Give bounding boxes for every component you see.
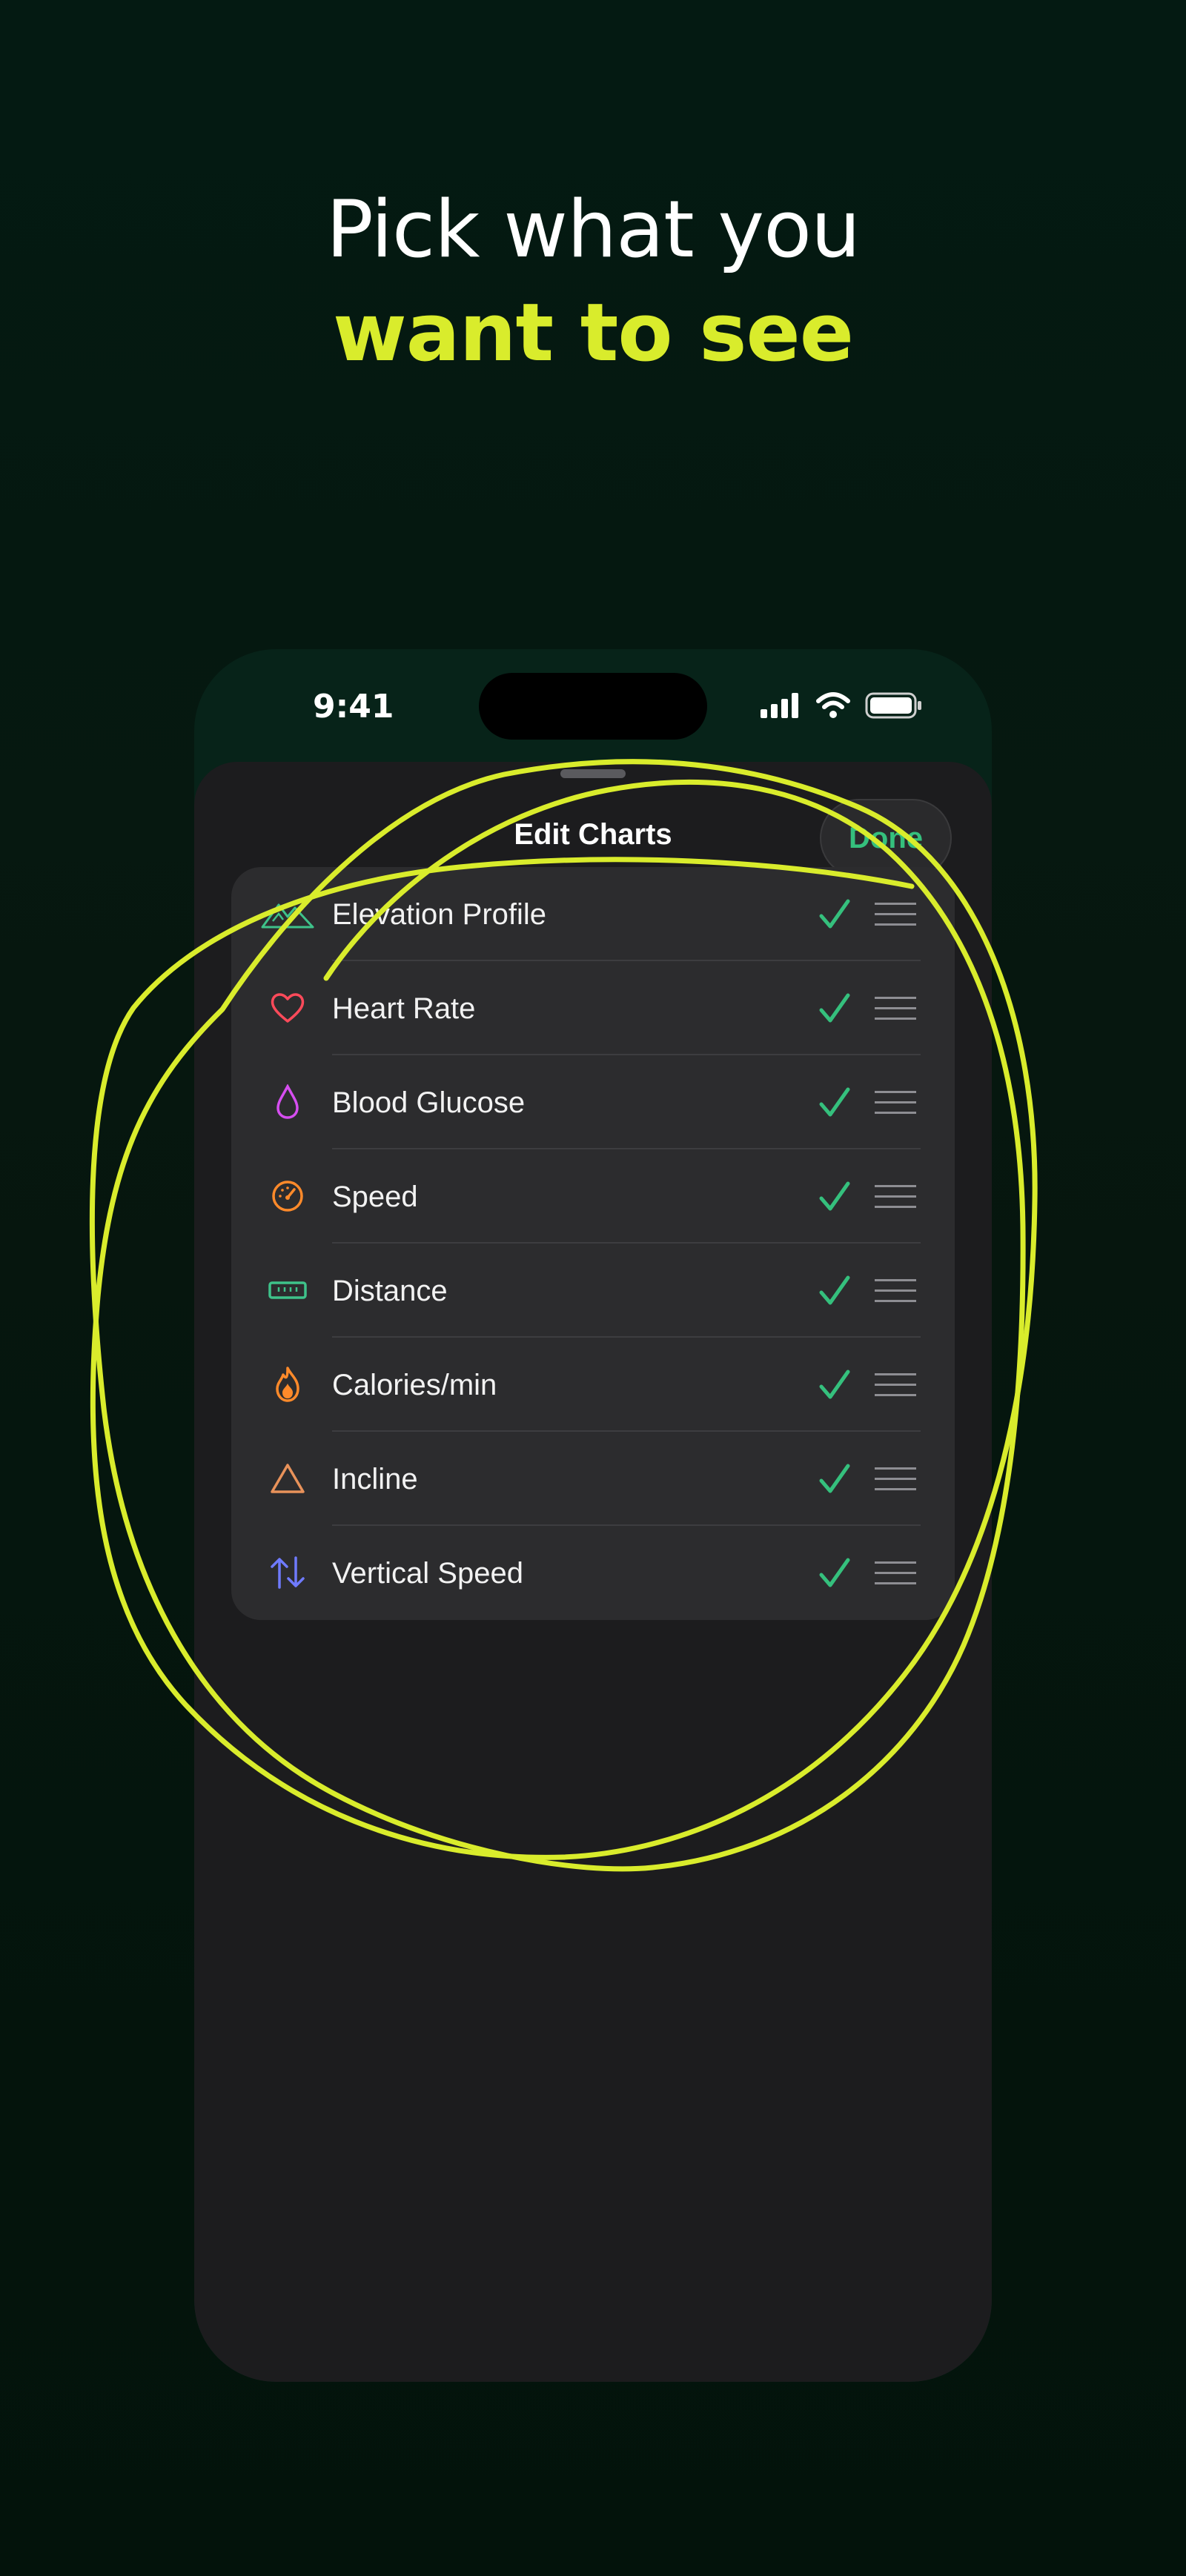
drag-handle-icon[interactable] [875,1372,916,1398]
chart-list: Elevation Profile Heart Rate Blood Gluco… [231,867,955,1620]
checkmark-icon[interactable] [817,1085,852,1121]
status-icons [761,692,923,722]
list-item[interactable]: Incline [231,1432,955,1526]
drag-handle-icon[interactable] [875,1466,916,1493]
drop-icon [261,1080,314,1124]
chart-label: Blood Glucose [332,1086,526,1119]
chart-label: Calories/min [332,1369,497,1401]
up-down-arrows-icon [261,1550,314,1595]
phone-frame: 9:41 Edit Charts Done Elevation Profile … [194,649,992,2382]
list-item[interactable]: Blood Glucose [231,1055,955,1149]
list-item[interactable]: Distance [231,1244,955,1338]
headline-line-1: Pick what you [325,184,861,275]
checkmark-icon[interactable] [817,1461,852,1497]
signal-icon [761,693,802,722]
checkmark-icon[interactable] [817,897,852,932]
speedometer-icon [261,1174,314,1218]
headline: Pick what you want to see [0,178,1186,385]
mountain-icon [261,892,314,936]
ruler-icon [261,1268,314,1312]
chart-label: Incline [332,1463,418,1496]
checkmark-icon[interactable] [817,1367,852,1403]
list-item[interactable]: Heart Rate [231,961,955,1055]
checkmark-icon[interactable] [817,1273,852,1309]
drag-handle-icon[interactable] [875,1089,916,1116]
heart-icon [261,986,314,1030]
checkmark-icon[interactable] [817,1556,852,1591]
flame-icon [261,1362,314,1407]
battery-icon [865,692,923,723]
list-item[interactable]: Speed [231,1149,955,1244]
checkmark-icon[interactable] [817,1179,852,1215]
chart-label: Vertical Speed [332,1557,523,1590]
chart-label: Speed [332,1181,418,1213]
status-time: 9:41 [313,688,394,726]
checkmark-icon[interactable] [817,991,852,1026]
triangle-icon [261,1456,314,1501]
chart-label: Heart Rate [332,992,476,1025]
drag-handle-icon[interactable] [875,1184,916,1210]
sheet-grabber[interactable] [560,769,626,778]
list-item[interactable]: Vertical Speed [231,1526,955,1620]
done-button[interactable]: Done [820,799,952,877]
chart-label: Distance [332,1275,448,1307]
edit-charts-sheet: Edit Charts Done Elevation Profile Heart… [194,762,992,2382]
wifi-icon [815,692,851,723]
drag-handle-icon[interactable] [875,995,916,1022]
headline-line-2: want to see [333,287,854,379]
list-item[interactable]: Elevation Profile [231,867,955,961]
list-item[interactable]: Calories/min [231,1338,955,1432]
dynamic-island [479,673,707,740]
chart-label: Elevation Profile [332,898,547,931]
drag-handle-icon[interactable] [875,901,916,928]
drag-handle-icon[interactable] [875,1278,916,1304]
drag-handle-icon[interactable] [875,1560,916,1587]
